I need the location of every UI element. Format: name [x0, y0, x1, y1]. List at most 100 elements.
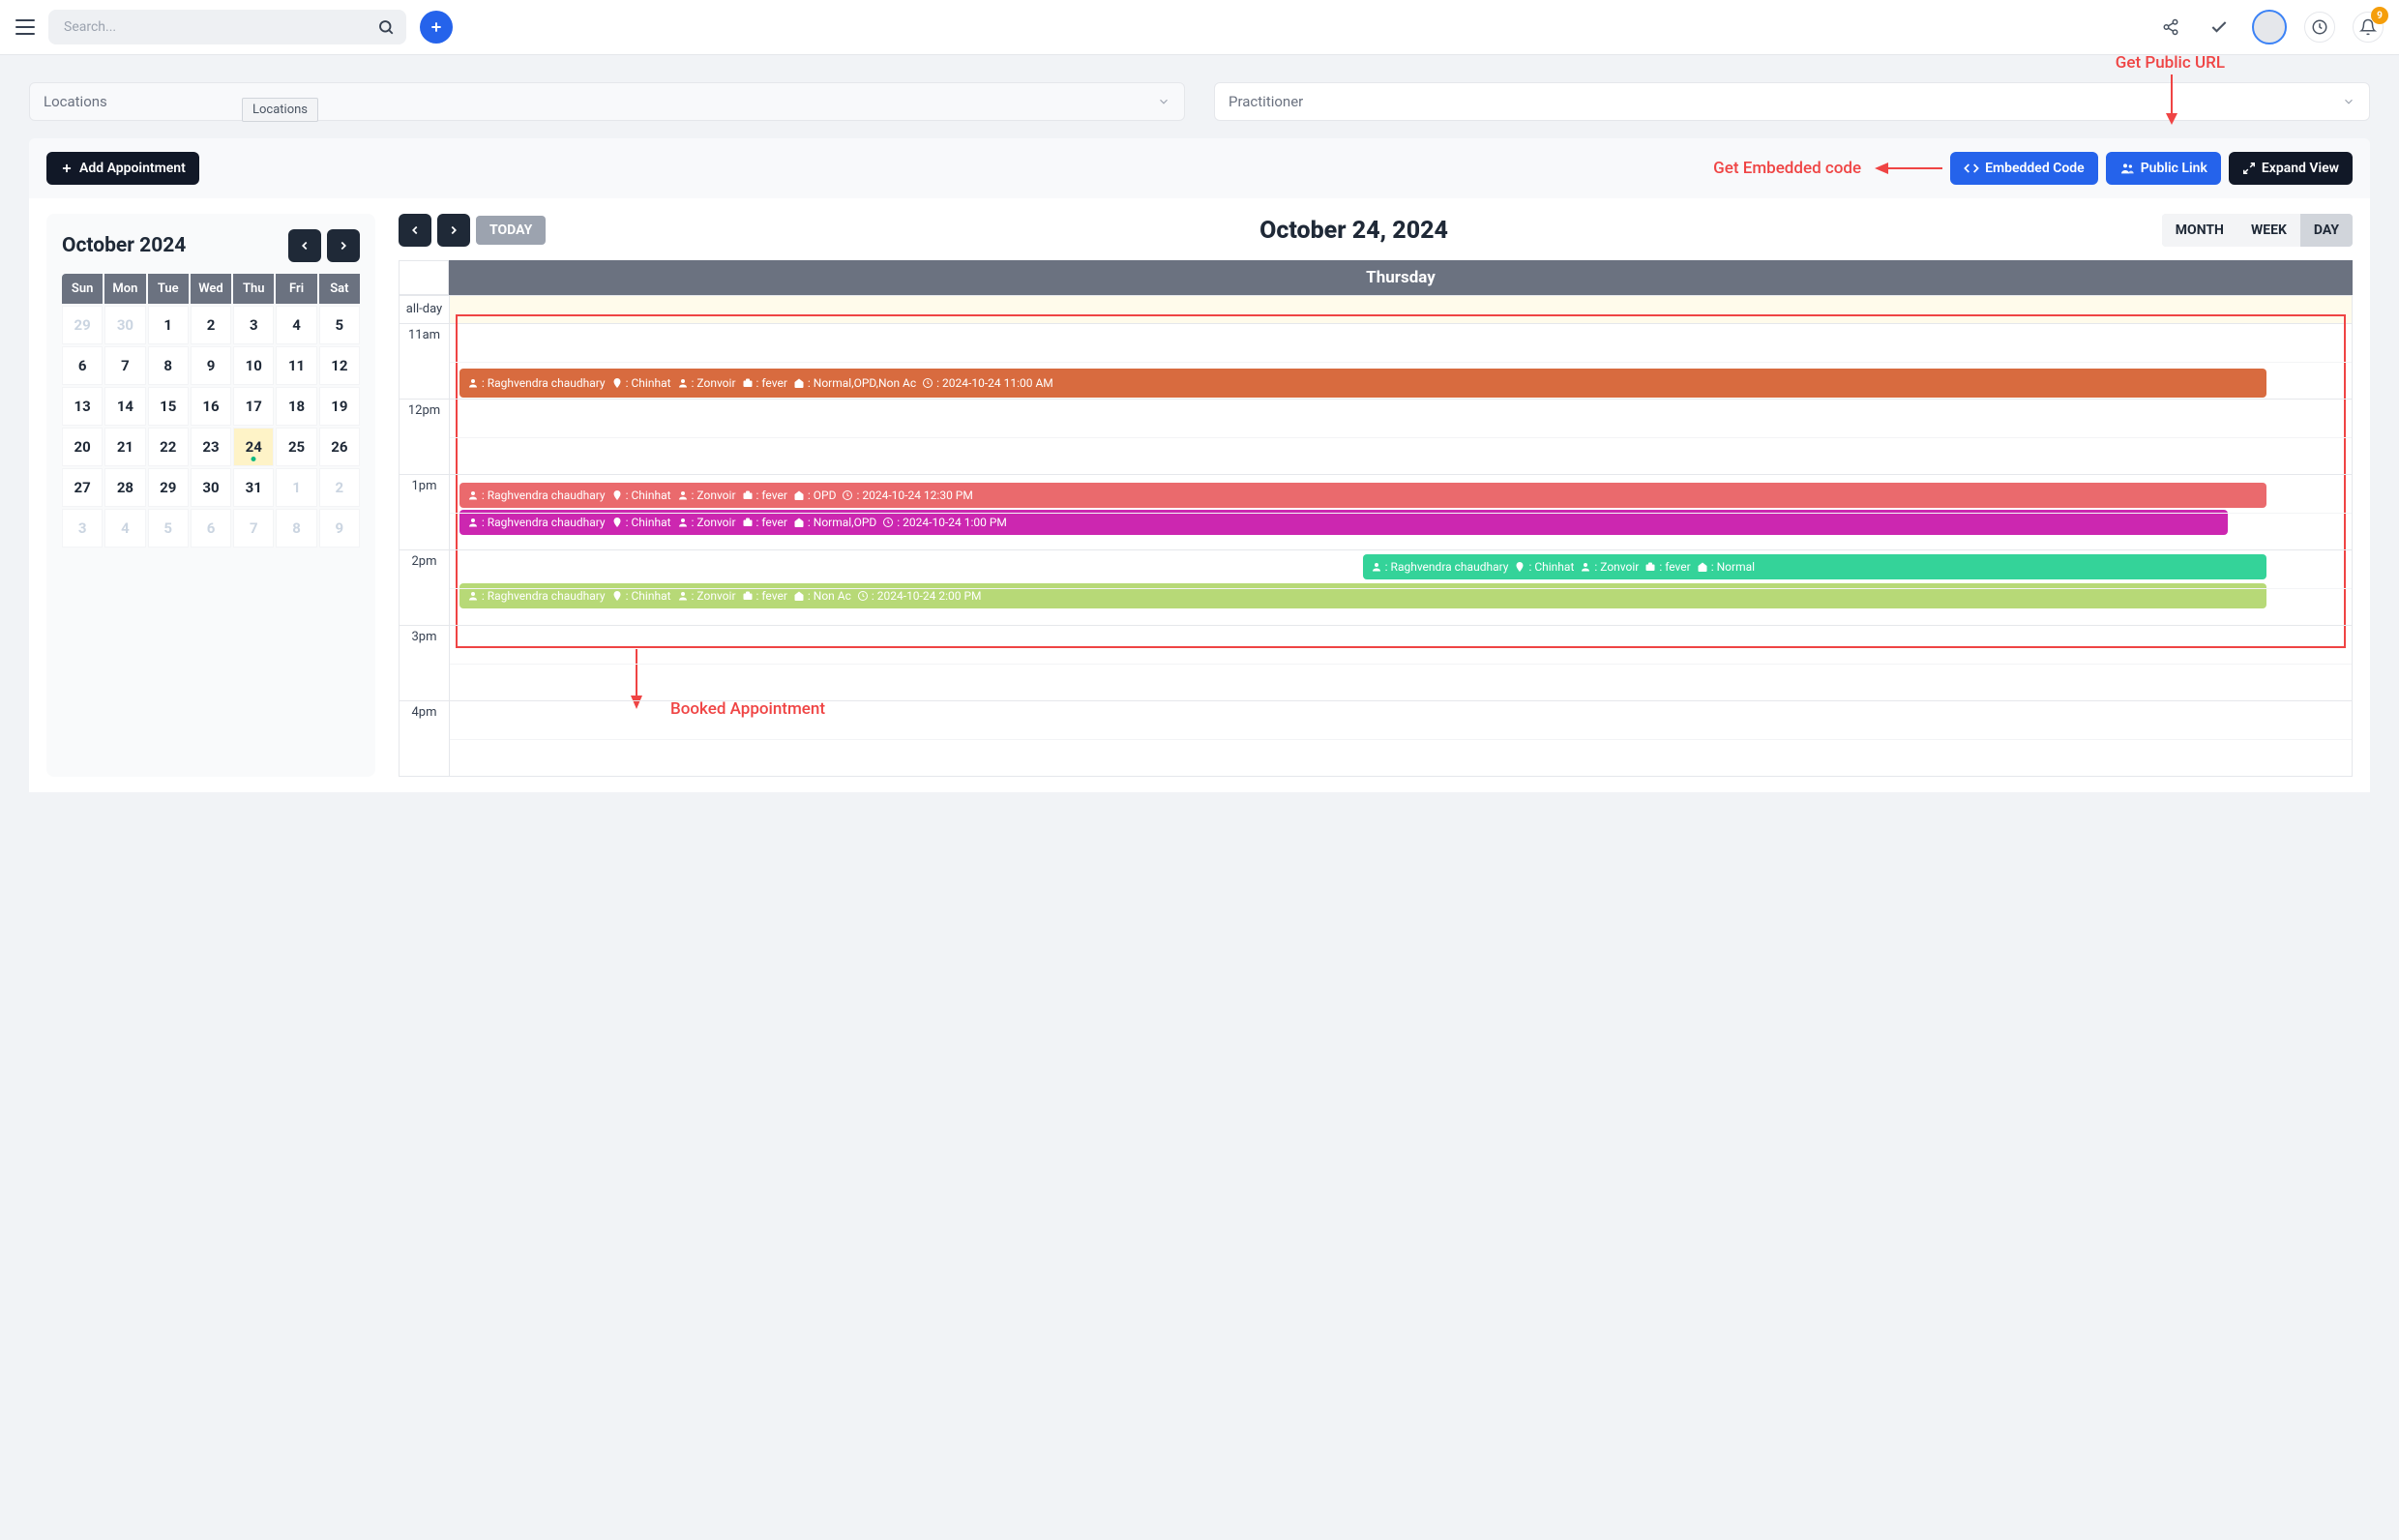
today-button[interactable]: TODAY	[476, 216, 546, 245]
locations-tooltip: Locations	[242, 98, 318, 122]
search-input[interactable]	[48, 10, 406, 44]
time-slot[interactable]	[450, 324, 2352, 400]
add-appointment-button[interactable]: Add Appointment	[46, 152, 199, 185]
cal-cell[interactable]: 15	[148, 387, 189, 426]
cal-cell[interactable]: 9	[319, 509, 360, 548]
cal-cell[interactable]: 5	[148, 509, 189, 548]
cal-cell[interactable]: 14	[104, 387, 145, 426]
time-row: 11am	[400, 324, 2352, 400]
time-slot[interactable]	[450, 400, 2352, 475]
day-header-spacer	[399, 260, 449, 295]
annotation-public-url: Get Public URL	[2116, 53, 2225, 73]
cal-cell[interactable]: 4	[276, 306, 316, 344]
view-month[interactable]: MONTH	[2162, 214, 2237, 247]
cal-cell[interactable]: 6	[191, 509, 231, 548]
time-label: 11am	[400, 324, 450, 400]
schedule-next[interactable]	[437, 214, 470, 247]
view-switch: MONTH WEEK DAY	[2162, 214, 2353, 247]
public-link-button[interactable]: Public Link	[2106, 152, 2221, 185]
topbar-right: 9	[2155, 10, 2384, 44]
cal-cell[interactable]: 29	[148, 468, 189, 507]
mini-cal-prev[interactable]	[288, 229, 321, 262]
cal-cell[interactable]: 20	[62, 428, 103, 466]
bell-icon[interactable]: 9	[2353, 12, 2384, 43]
time-label: 12pm	[400, 400, 450, 475]
cal-cell[interactable]: 9	[191, 346, 231, 385]
cal-cell[interactable]: 10	[233, 346, 274, 385]
toolbar-right: Get Embedded code Embedded Code Public L…	[1713, 152, 2353, 185]
cal-cell[interactable]: 25	[276, 428, 316, 466]
cal-cell[interactable]: 24	[233, 428, 274, 466]
cal-cell[interactable]: 4	[104, 509, 145, 548]
time-slot[interactable]	[450, 475, 2352, 550]
toolbar: Add Appointment Get Embedded code Embedd…	[29, 138, 2370, 198]
check-icon[interactable]	[2204, 12, 2235, 43]
cal-cell[interactable]: 11	[276, 346, 316, 385]
menu-icon[interactable]	[15, 19, 35, 35]
time-slot[interactable]	[450, 626, 2352, 701]
cal-cell[interactable]: 2	[319, 468, 360, 507]
code-icon	[1964, 161, 1979, 176]
cal-cell[interactable]: 16	[191, 387, 231, 426]
cal-cell[interactable]: 19	[319, 387, 360, 426]
cal-cell[interactable]: 8	[276, 509, 316, 548]
cal-cell[interactable]: 26	[319, 428, 360, 466]
add-button[interactable]	[420, 11, 453, 44]
practitioner-placeholder: Practitioner	[1229, 93, 1303, 110]
locations-dropdown[interactable]: Locations	[29, 82, 1185, 121]
time-label: 3pm	[400, 626, 450, 701]
practitioner-dropdown[interactable]: Practitioner	[1214, 82, 2370, 121]
mini-cal-next[interactable]	[327, 229, 360, 262]
mini-cal-nav	[288, 229, 360, 262]
schedule-prev[interactable]	[399, 214, 431, 247]
cal-cell[interactable]: 29	[62, 306, 103, 344]
cal-day-header: Wed	[191, 274, 231, 304]
cal-cell[interactable]: 21	[104, 428, 145, 466]
embedded-code-button[interactable]: Embedded Code	[1950, 152, 2098, 185]
cal-day-header: Sat	[319, 274, 360, 304]
cal-cell[interactable]: 6	[62, 346, 103, 385]
cal-cell[interactable]: 8	[148, 346, 189, 385]
time-slot[interactable]	[450, 550, 2352, 626]
cal-cell[interactable]: 27	[62, 468, 103, 507]
filter-row: Locations Practitioner Locations Get Pub…	[0, 55, 2399, 129]
cal-cell[interactable]: 23	[191, 428, 231, 466]
expand-view-button[interactable]: Expand View	[2229, 152, 2353, 185]
cal-cell[interactable]: 13	[62, 387, 103, 426]
cal-day-header: Mon	[104, 274, 145, 304]
cal-cell[interactable]: 7	[104, 346, 145, 385]
cal-cell[interactable]: 30	[104, 306, 145, 344]
cal-cell[interactable]: 5	[319, 306, 360, 344]
cal-cell[interactable]: 3	[233, 306, 274, 344]
cal-cell[interactable]: 17	[233, 387, 274, 426]
chevron-down-icon	[2342, 95, 2355, 108]
avatar[interactable]	[2252, 10, 2287, 44]
cal-cell[interactable]: 22	[148, 428, 189, 466]
time-row: 3pm	[400, 626, 2352, 701]
cal-cell[interactable]: 30	[191, 468, 231, 507]
cal-cell[interactable]: 12	[319, 346, 360, 385]
cal-cell[interactable]: 1	[276, 468, 316, 507]
topbar: 9	[0, 0, 2399, 55]
time-label: 1pm	[400, 475, 450, 550]
annotation-embedded: Get Embedded code	[1713, 159, 1861, 178]
day-header-label: Thursday	[449, 260, 2353, 295]
allday-row: all-day	[399, 295, 2353, 324]
search-wrap	[48, 10, 406, 44]
allday-body[interactable]	[450, 296, 2352, 323]
mini-cal-header: October 2024	[62, 229, 360, 262]
locations-placeholder: Locations	[44, 93, 107, 110]
cal-cell[interactable]: 18	[276, 387, 316, 426]
time-slot[interactable]	[450, 701, 2352, 777]
cal-cell[interactable]: 31	[233, 468, 274, 507]
mini-cal-grid: SunMonTueWedThuFriSat2930123456789101112…	[62, 274, 360, 548]
cal-cell[interactable]: 3	[62, 509, 103, 548]
cal-cell[interactable]: 1	[148, 306, 189, 344]
cal-cell[interactable]: 28	[104, 468, 145, 507]
cal-cell[interactable]: 7	[233, 509, 274, 548]
clock-icon[interactable]	[2304, 12, 2335, 43]
share-icon[interactable]	[2155, 12, 2186, 43]
cal-cell[interactable]: 2	[191, 306, 231, 344]
view-day[interactable]: DAY	[2300, 214, 2353, 247]
view-week[interactable]: WEEK	[2237, 214, 2300, 247]
